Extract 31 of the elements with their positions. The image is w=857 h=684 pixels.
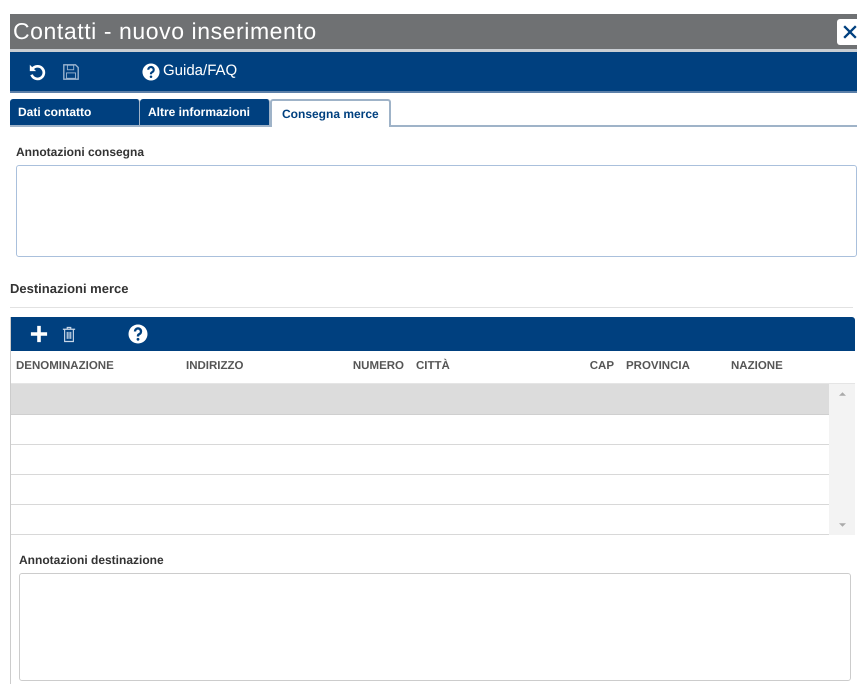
- plus-icon: [30, 325, 48, 343]
- close-button[interactable]: [837, 18, 857, 44]
- column-header[interactable]: CITTÀ: [416, 358, 566, 376]
- column-header[interactable]: CAP: [566, 358, 626, 376]
- column-header[interactable]: NUMERO: [346, 358, 416, 376]
- undo-icon: [28, 62, 46, 80]
- section-title: Destinazioni merce: [10, 281, 128, 296]
- help-icon: [128, 324, 148, 344]
- window-title: Contatti - nuovo inserimento: [12, 17, 317, 46]
- tab[interactable]: Dati contatto: [10, 99, 140, 125]
- save-icon: [62, 62, 80, 82]
- field-label: Annotazioni consegna: [16, 144, 146, 161]
- field-label: Annotazioni destinazione: [19, 552, 165, 569]
- delivery-notes-field[interactable]: [16, 165, 857, 257]
- column-header[interactable]: DENOMINAZIONE: [16, 358, 186, 376]
- table-row[interactable]: [11, 384, 830, 415]
- help-icon: [142, 62, 160, 80]
- column-header[interactable]: PROVINCIA: [626, 358, 731, 376]
- add-button[interactable]: [29, 324, 49, 344]
- tab[interactable]: Altre informazioni: [140, 99, 270, 125]
- help-button[interactable]: Guida/FAQ: [142, 60, 238, 83]
- scroll-down-icon: [838, 523, 846, 527]
- help-button[interactable]: [127, 323, 149, 345]
- destination-notes-field[interactable]: [19, 573, 851, 681]
- scrollbar[interactable]: [829, 384, 855, 535]
- close-icon: [843, 24, 857, 38]
- column-header[interactable]: NAZIONE: [731, 358, 811, 376]
- trash-icon: [62, 326, 76, 342]
- scroll-up-icon: [838, 392, 846, 396]
- tab[interactable]: Consegna merce: [270, 99, 391, 127]
- column-header[interactable]: INDIRIZZO: [186, 358, 346, 376]
